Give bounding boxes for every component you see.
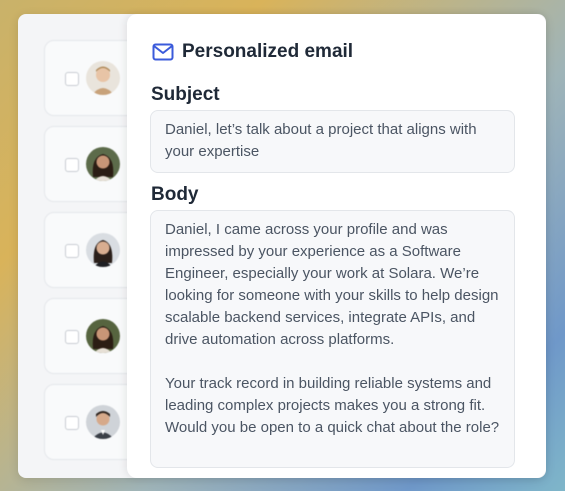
candidate-checkbox[interactable]	[65, 244, 79, 258]
candidate-checkbox[interactable]	[65, 416, 79, 430]
avatar	[86, 319, 120, 353]
body-label: Body	[151, 184, 199, 205]
body-field[interactable]: Daniel, I came across your profile and w…	[150, 210, 515, 468]
avatar	[86, 233, 120, 267]
panel-title: Personalized email	[182, 41, 354, 62]
mail-icon	[152, 43, 174, 61]
panel-header: Personalized email	[151, 40, 353, 64]
email-panel: Personalized email Subject Daniel, let’s…	[127, 14, 546, 478]
subject-field[interactable]: Daniel, let’s talk about a project that …	[150, 110, 515, 173]
candidate-checkbox[interactable]	[65, 72, 79, 86]
avatar	[86, 61, 120, 95]
candidate-checkbox[interactable]	[65, 158, 79, 172]
avatar	[86, 147, 120, 181]
subject-label: Subject	[151, 84, 220, 105]
avatar	[86, 405, 120, 439]
candidate-checkbox[interactable]	[65, 330, 79, 344]
